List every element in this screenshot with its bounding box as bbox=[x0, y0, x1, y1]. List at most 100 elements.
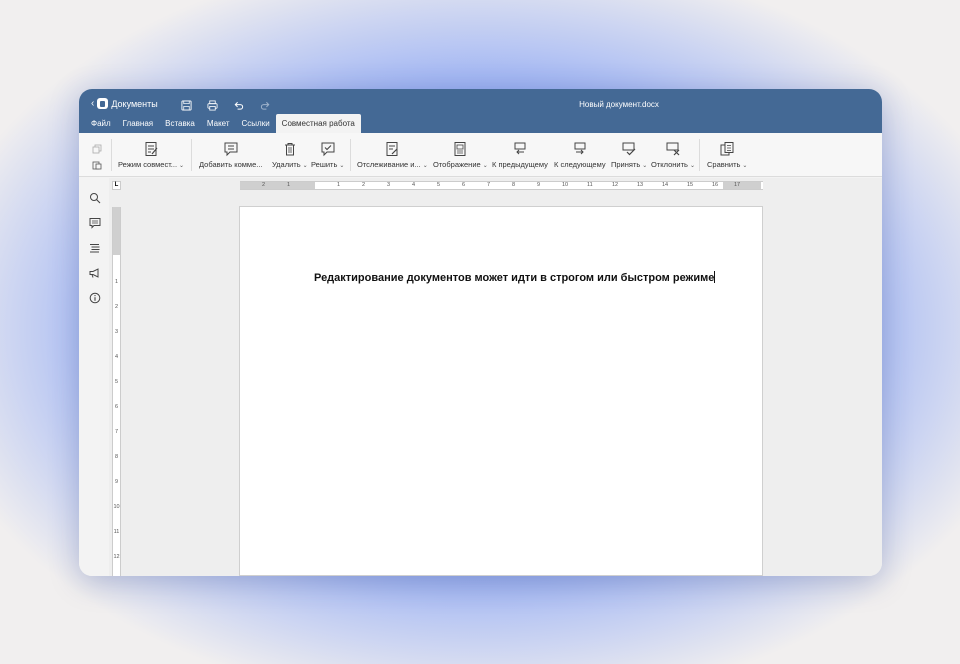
ruler-tick-label: 1 bbox=[337, 182, 341, 188]
navigation-icon[interactable] bbox=[89, 241, 101, 253]
ruler-tick-label: 12 bbox=[113, 554, 120, 560]
back-to-documents-button[interactable]: ‹ Документы bbox=[91, 98, 158, 109]
ruler-tick-label: 13 bbox=[637, 182, 644, 188]
resolve-icon bbox=[320, 141, 336, 157]
undo-button[interactable] bbox=[231, 98, 245, 112]
back-label: Документы bbox=[111, 98, 158, 109]
ruler-tick-label: 11 bbox=[113, 529, 120, 535]
next-change-button[interactable]: К следующему bbox=[554, 141, 606, 169]
horizontal-ruler[interactable]: 2 1 1 2 3 4 5 6 7 8 9 10 11 12 13 14 15 16 17 bbox=[240, 181, 763, 190]
text-cursor bbox=[714, 271, 716, 283]
vertical-ruler[interactable]: 1 2 3 4 5 6 7 8 9 10 11 12 bbox=[112, 207, 121, 576]
ruler-left-margin bbox=[240, 182, 315, 189]
comment-add-icon bbox=[223, 141, 239, 157]
tab-insert[interactable]: Вставка bbox=[159, 114, 201, 133]
ruler-right-margin bbox=[723, 182, 761, 189]
ruler-tick-label: 5 bbox=[437, 182, 441, 188]
chevron-down-icon: ⌄ bbox=[422, 163, 428, 169]
display-mode-button[interactable]: Отображение ⌄ bbox=[433, 141, 488, 169]
save-icon bbox=[180, 99, 192, 111]
save-button[interactable] bbox=[179, 98, 193, 112]
track-changes-button[interactable]: Отслеживание и... ⌄ bbox=[357, 141, 428, 169]
tab-file[interactable]: Файл bbox=[85, 114, 117, 133]
redo-button[interactable] bbox=[258, 98, 272, 112]
delete-comment-button[interactable]: Удалить ⌄ bbox=[272, 141, 308, 169]
ruler-tick-label: 12 bbox=[612, 182, 619, 188]
chevron-down-icon: ⌄ bbox=[742, 163, 748, 169]
paste-icon bbox=[92, 161, 102, 170]
chevron-down-icon: ⌄ bbox=[482, 163, 488, 169]
ruler-tick-label: 7 bbox=[114, 429, 119, 435]
add-comment-label: Добавить комме... bbox=[199, 160, 263, 169]
resolve-label: Решить bbox=[311, 160, 338, 169]
ruler-tick-label: 4 bbox=[412, 182, 416, 188]
reject-change-button[interactable]: Отклонить ⌄ bbox=[651, 141, 695, 169]
toolbar-separator bbox=[350, 139, 351, 171]
ruler-tick-label: 2 bbox=[262, 182, 266, 188]
search-icon[interactable] bbox=[89, 191, 101, 204]
title-bar: ‹ Документы Новый документ.docx Файл Гла… bbox=[79, 89, 882, 133]
print-icon bbox=[207, 100, 217, 110]
reject-label: Отклонить bbox=[651, 160, 688, 169]
copy-button[interactable] bbox=[92, 141, 102, 154]
feedback-icon[interactable] bbox=[89, 266, 101, 278]
tab-references[interactable]: Ссылки bbox=[236, 114, 276, 133]
copy-icon bbox=[92, 144, 102, 154]
menu-tabs: Файл Главная Вставка Макет Ссылки Совмес… bbox=[85, 114, 361, 133]
ruler-tick-label: 9 bbox=[537, 182, 541, 188]
ruler-tick-label: 2 bbox=[114, 304, 119, 310]
left-sidebar bbox=[79, 178, 109, 576]
ruler-tick-label: 3 bbox=[114, 329, 119, 335]
resolve-comment-button[interactable]: Решить ⌄ bbox=[311, 141, 344, 169]
ruler-tick-label: 15 bbox=[687, 182, 694, 188]
reject-icon bbox=[665, 141, 681, 157]
toolbar-separator bbox=[111, 139, 112, 171]
document-page[interactable]: Редактирование документов может идти в с… bbox=[239, 206, 763, 576]
ruler-tick-label: 10 bbox=[113, 504, 120, 510]
ribbon-toolbar: Режим совмест... ⌄ Добавить комме... Удал… bbox=[79, 133, 882, 177]
previous-change-button[interactable]: К предыдущему bbox=[492, 141, 548, 169]
tab-collaboration[interactable]: Совместная работа bbox=[275, 114, 361, 133]
previous-change-label: К предыдущему bbox=[492, 160, 548, 169]
tab-stop-selector[interactable]: L bbox=[112, 181, 121, 190]
print-button[interactable] bbox=[205, 98, 219, 112]
coedit-mode-label: Режим совмест... bbox=[118, 160, 178, 169]
ruler-tick-label: 1 bbox=[287, 182, 291, 188]
ruler-tick-label: 11 bbox=[587, 182, 593, 188]
compare-label: Сравнить bbox=[707, 160, 741, 169]
previous-change-icon bbox=[512, 141, 528, 157]
document-body-text[interactable]: Редактирование документов может идти в с… bbox=[314, 271, 716, 284]
track-changes-label: Отслеживание и... bbox=[357, 160, 421, 169]
chevron-down-icon: ⌄ bbox=[302, 163, 308, 169]
ruler-tick-label: 17 bbox=[734, 182, 741, 188]
comment-icon[interactable] bbox=[89, 216, 101, 229]
coedit-mode-button[interactable]: Режим совмест... ⌄ bbox=[118, 141, 184, 169]
chevron-down-icon: ⌄ bbox=[339, 163, 345, 169]
undo-icon bbox=[234, 101, 243, 110]
add-comment-button[interactable]: Добавить комме... bbox=[199, 141, 263, 169]
tab-home[interactable]: Главная bbox=[117, 114, 159, 133]
paste-button[interactable] bbox=[92, 157, 102, 170]
ruler-tick-label: 3 bbox=[387, 182, 391, 188]
chevron-left-icon: ‹ bbox=[91, 98, 95, 109]
toolbar-separator bbox=[699, 139, 700, 171]
ruler-top-margin bbox=[113, 207, 120, 255]
ruler-tick-label: 6 bbox=[462, 182, 466, 188]
accept-label: Принять bbox=[611, 160, 641, 169]
ruler-tick-label: 6 bbox=[114, 404, 119, 410]
ruler-tick-label: 4 bbox=[114, 354, 119, 360]
ruler-tick-label: 10 bbox=[562, 182, 569, 188]
tab-layout[interactable]: Макет bbox=[201, 114, 236, 133]
ruler-tick-label: 14 bbox=[662, 182, 669, 188]
editor-window: ‹ Документы Новый документ.docx Файл Гла… bbox=[79, 89, 882, 576]
next-change-icon bbox=[572, 141, 588, 157]
ruler-tick-label: 8 bbox=[114, 454, 119, 460]
display-mode-label: Отображение bbox=[433, 160, 481, 169]
ruler-tick-label: 7 bbox=[487, 182, 491, 188]
app-logo-icon bbox=[97, 98, 109, 109]
chevron-down-icon: ⌄ bbox=[179, 163, 185, 169]
info-icon[interactable] bbox=[89, 291, 101, 304]
accept-change-button[interactable]: Принять ⌄ bbox=[611, 141, 647, 169]
compare-button[interactable]: Сравнить ⌄ bbox=[707, 141, 747, 169]
delete-label: Удалить bbox=[272, 160, 301, 169]
